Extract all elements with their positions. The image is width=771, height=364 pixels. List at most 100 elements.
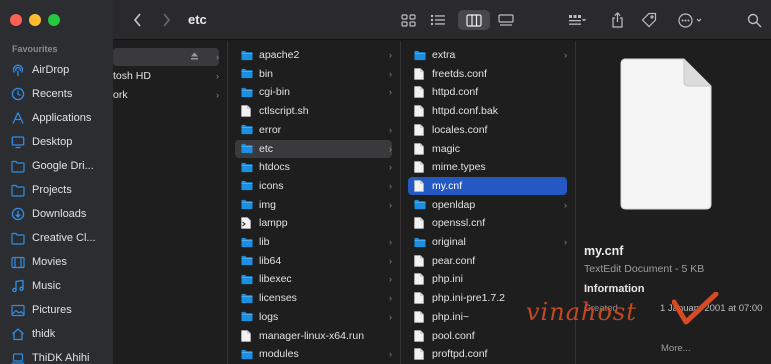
folder-row[interactable]: lib64 › bbox=[235, 252, 392, 270]
airdrop-icon bbox=[11, 63, 25, 77]
file-row[interactable]: lampp bbox=[235, 214, 392, 232]
executable-icon bbox=[241, 217, 251, 230]
folder-icon bbox=[241, 311, 253, 322]
folder-row[interactable]: modules › bbox=[235, 345, 392, 363]
search-button[interactable] bbox=[745, 10, 763, 30]
row-label: httpd.conf bbox=[432, 86, 479, 99]
list-view-button[interactable] bbox=[426, 10, 450, 30]
file-icon bbox=[241, 329, 251, 342]
row-label: cgi-bin bbox=[259, 86, 290, 99]
row-label: lampp bbox=[259, 217, 288, 230]
folder-icon bbox=[241, 50, 253, 61]
file-row[interactable]: proftpd.conf bbox=[408, 345, 567, 363]
folder-icon bbox=[241, 180, 253, 191]
zoom-button[interactable] bbox=[48, 14, 60, 26]
folder-icon bbox=[414, 50, 426, 61]
folder-icon bbox=[241, 199, 253, 210]
folder-row[interactable]: logs › bbox=[235, 308, 392, 326]
row-label: magic bbox=[432, 142, 461, 155]
file-icon bbox=[414, 273, 426, 286]
folder-row[interactable]: cgi-bin › bbox=[235, 83, 392, 101]
location-row[interactable]: ork › bbox=[113, 86, 219, 104]
location-row[interactable]: › bbox=[113, 48, 219, 66]
file-row[interactable]: pear.conf bbox=[408, 252, 567, 270]
action-menu-button[interactable] bbox=[675, 10, 707, 30]
folder-row[interactable]: licenses › bbox=[235, 289, 392, 307]
sidebar-item[interactable]: AirDrop bbox=[0, 58, 113, 82]
file-row[interactable]: php.ini bbox=[408, 270, 567, 288]
row-label: pear.conf bbox=[432, 254, 476, 267]
sidebar-item[interactable]: thidk bbox=[0, 322, 113, 346]
file-row[interactable]: mime.types bbox=[408, 158, 567, 176]
sidebar-item[interactable]: Pictures bbox=[0, 298, 113, 322]
folder-row[interactable]: openldap › bbox=[408, 196, 567, 214]
sidebar-item[interactable]: Projects bbox=[0, 178, 113, 202]
column-view-button[interactable] bbox=[458, 10, 490, 30]
folder-row[interactable]: apache2 › bbox=[235, 46, 392, 64]
folder-icon bbox=[241, 69, 253, 79]
folder-row[interactable]: extra › bbox=[408, 46, 567, 64]
file-row[interactable]: locales.conf bbox=[408, 121, 567, 139]
row-label: etc bbox=[259, 142, 274, 155]
more-link[interactable]: More... bbox=[661, 343, 691, 354]
file-icon bbox=[414, 161, 426, 173]
sidebar-item-label: AirDrop bbox=[32, 64, 70, 76]
share-button[interactable] bbox=[607, 10, 627, 30]
toolbar: etc bbox=[113, 0, 771, 40]
file-row[interactable]: freetds.conf bbox=[408, 65, 567, 83]
file-row[interactable]: httpd.conf bbox=[408, 83, 567, 101]
close-button[interactable] bbox=[10, 14, 22, 26]
icon-view-button[interactable] bbox=[396, 10, 420, 30]
folder-row[interactable]: htdocs › bbox=[235, 158, 392, 176]
folder-row[interactable]: icons › bbox=[235, 177, 392, 195]
sidebar-item[interactable]: Applications bbox=[0, 106, 113, 130]
eject-icon[interactable] bbox=[189, 52, 199, 62]
minimize-button[interactable] bbox=[29, 14, 41, 26]
file-icon bbox=[414, 329, 424, 342]
file-icon bbox=[414, 161, 424, 173]
sidebar-item[interactable]: Desktop bbox=[0, 130, 113, 154]
folder-icon bbox=[241, 87, 253, 98]
sidebar-item[interactable]: Downloads bbox=[0, 202, 113, 226]
folder-row[interactable]: img › bbox=[235, 196, 392, 214]
location-row[interactable]: tosh HD › bbox=[113, 67, 219, 85]
chevron-right-icon: › bbox=[389, 124, 392, 135]
sidebar-item[interactable]: Google Dri... bbox=[0, 154, 113, 178]
watermark-check-icon bbox=[672, 292, 719, 325]
row-label: my.cnf bbox=[432, 179, 463, 192]
forward-button[interactable] bbox=[158, 10, 174, 30]
sidebar-item[interactable]: Creative Cl... bbox=[0, 226, 113, 250]
row-label: htdocs bbox=[259, 161, 290, 174]
folder-icon bbox=[241, 349, 253, 359]
folder-row[interactable]: libexec › bbox=[235, 270, 392, 288]
file-row[interactable]: manager-linux-x64.run bbox=[235, 327, 392, 345]
sidebar-item-label: ThiDK Ahihi bbox=[32, 352, 90, 364]
applications-icon bbox=[11, 111, 25, 125]
row-label: libexec bbox=[259, 273, 292, 286]
file-row[interactable]: ctlscript.sh bbox=[235, 102, 392, 120]
sidebar-item[interactable]: ThiDK Ahihi bbox=[0, 346, 113, 364]
folder-row[interactable]: error › bbox=[235, 121, 392, 139]
file-row[interactable]: openssl.cnf bbox=[408, 214, 567, 232]
folder-row[interactable]: etc › bbox=[235, 139, 392, 158]
sidebar-item[interactable]: Movies bbox=[0, 250, 113, 274]
file-row[interactable]: pool.conf bbox=[408, 327, 567, 345]
chevron-right-icon: › bbox=[564, 199, 567, 210]
group-button[interactable] bbox=[559, 10, 595, 30]
folder-row[interactable]: bin › bbox=[235, 65, 392, 83]
sidebar-item-label: Applications bbox=[32, 112, 92, 124]
folder-row[interactable]: original › bbox=[408, 233, 567, 251]
file-icon bbox=[414, 180, 424, 192]
sidebar-item[interactable]: Recents bbox=[0, 82, 113, 106]
file-row[interactable]: magic bbox=[408, 140, 567, 158]
file-row[interactable]: my.cnf bbox=[408, 176, 567, 195]
tag-button[interactable] bbox=[639, 10, 659, 30]
file-row[interactable]: httpd.conf.bak bbox=[408, 102, 567, 120]
chevron-right-icon: › bbox=[389, 311, 392, 322]
row-label: error bbox=[259, 123, 282, 136]
sidebar-item[interactable]: Music bbox=[0, 274, 113, 298]
folder-row[interactable]: lib › bbox=[235, 233, 392, 251]
gallery-view-button[interactable] bbox=[494, 10, 518, 30]
back-button[interactable] bbox=[129, 10, 145, 30]
row-label: bin bbox=[259, 67, 274, 80]
